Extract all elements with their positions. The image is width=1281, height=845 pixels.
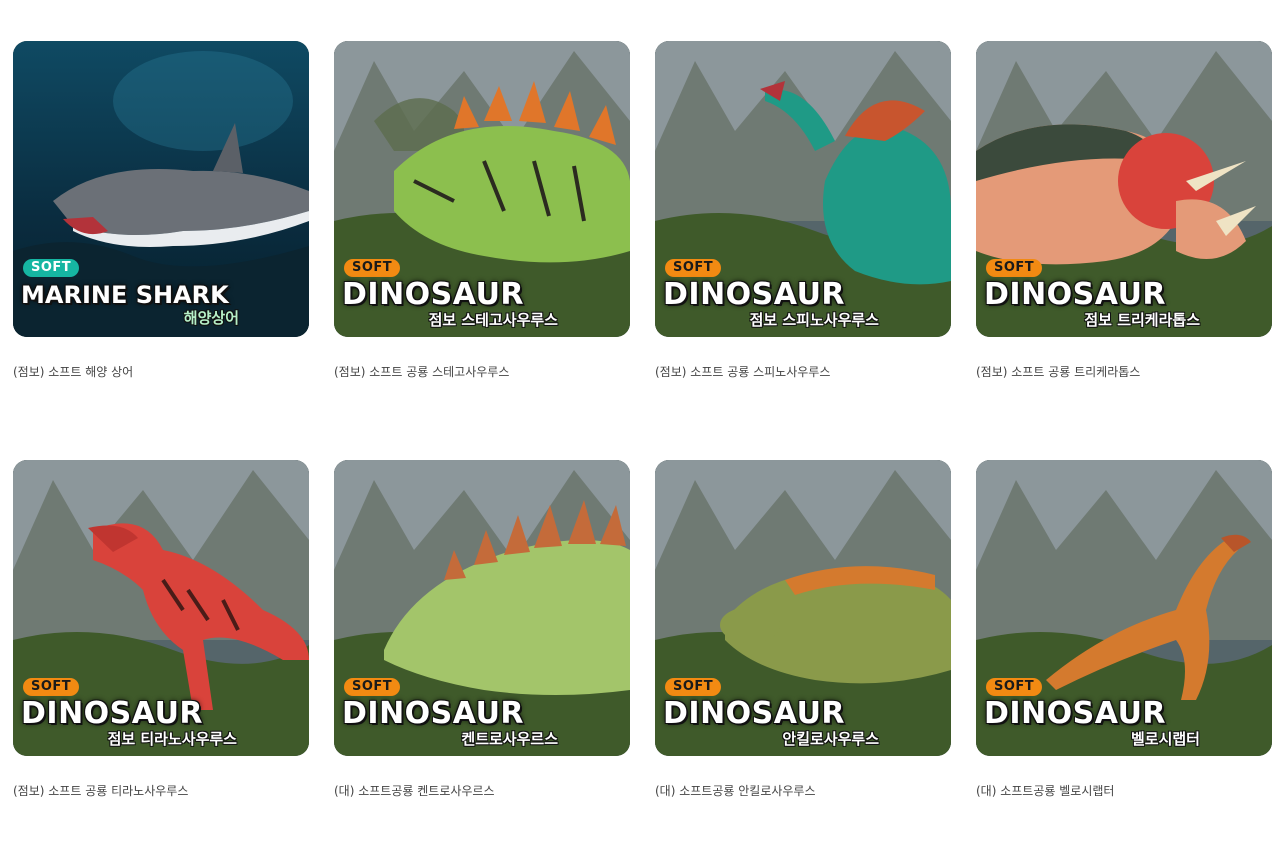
- product-caption[interactable]: (대) 소프트공룡 벨로시랩터: [976, 782, 1114, 799]
- product-headline: MARINE SHARK: [21, 281, 229, 309]
- product-headline: DINOSAUR: [984, 277, 1167, 312]
- product-subtitle: 점보 스피노사우루스: [749, 311, 879, 329]
- product-thumbnail[interactable]: SOFT DINOSAUR 점보 스피노사우루스: [655, 41, 951, 337]
- product-headline: DINOSAUR: [342, 277, 525, 312]
- product-caption[interactable]: (대) 소프트공룡 안킬로사우루스: [655, 782, 816, 799]
- soft-badge: SOFT: [665, 678, 722, 696]
- product-headline: DINOSAUR: [21, 696, 204, 731]
- soft-badge: SOFT: [344, 259, 401, 277]
- soft-badge: SOFT: [986, 678, 1043, 696]
- soft-badge: SOFT: [986, 259, 1043, 277]
- soft-badge: SOFT: [344, 678, 401, 696]
- soft-badge: SOFT: [23, 259, 80, 277]
- product-thumbnail[interactable]: SOFT DINOSAUR 안킬로사우루스: [655, 460, 951, 756]
- product-caption[interactable]: (점보) 소프트 공룡 티라노사우루스: [13, 782, 188, 799]
- product-caption[interactable]: (대) 소프트공룡 켄트로사우르스: [334, 782, 495, 799]
- soft-badge: SOFT: [665, 259, 722, 277]
- product-thumbnail[interactable]: SOFT DINOSAUR 켄트로사우르스: [334, 460, 630, 756]
- product-headline: DINOSAUR: [663, 696, 846, 731]
- product-caption[interactable]: (점보) 소프트 공룡 스테고사우루스: [334, 363, 509, 380]
- product-card[interactable]: SOFT DINOSAUR 켄트로사우르스 (대) 소프트공룡 켄트로사우르스: [334, 460, 630, 798]
- product-subtitle: 해양상어: [183, 309, 239, 327]
- product-caption[interactable]: (점보) 소프트 공룡 스피노사우루스: [655, 363, 830, 380]
- product-card[interactable]: SOFT DINOSAUR 점보 트리케라톱스 (점보) 소프트 공룡 트리케라…: [976, 41, 1272, 379]
- product-caption[interactable]: (점보) 소프트 해양 상어: [13, 363, 133, 380]
- product-subtitle: 점보 트리케라톱스: [1084, 311, 1200, 329]
- product-thumbnail[interactable]: SOFT DINOSAUR 점보 스테고사우루스: [334, 41, 630, 337]
- product-caption[interactable]: (점보) 소프트 공룡 트리케라톱스: [976, 363, 1140, 380]
- product-card[interactable]: SOFT DINOSAUR 점보 티라노사우루스 (점보) 소프트 공룡 티라노…: [13, 460, 309, 798]
- product-thumbnail[interactable]: SOFT DINOSAUR 벨로시랩터: [976, 460, 1272, 756]
- product-subtitle: 안킬로사우루스: [782, 730, 879, 748]
- product-card[interactable]: SOFT DINOSAUR 안킬로사우루스 (대) 소프트공룡 안킬로사우루스: [655, 460, 951, 798]
- product-subtitle: 점보 스테고사우루스: [428, 311, 558, 329]
- product-card[interactable]: SOFT DINOSAUR 점보 스테고사우루스 (점보) 소프트 공룡 스테고…: [334, 41, 630, 379]
- product-headline: DINOSAUR: [984, 696, 1167, 731]
- product-subtitle: 점보 티라노사우루스: [107, 730, 237, 748]
- product-thumbnail[interactable]: SOFT MARINE SHARK 해양상어: [13, 41, 309, 337]
- product-thumbnail[interactable]: SOFT DINOSAUR 점보 트리케라톱스: [976, 41, 1272, 337]
- product-subtitle: 벨로시랩터: [1130, 730, 1200, 748]
- product-thumbnail[interactable]: SOFT DINOSAUR 점보 티라노사우루스: [13, 460, 309, 756]
- soft-badge: SOFT: [23, 678, 80, 696]
- product-subtitle: 켄트로사우르스: [461, 730, 558, 748]
- product-grid: SOFT MARINE SHARK 해양상어 (점보) 소프트 해양 상어 SO…: [0, 0, 1281, 845]
- product-card[interactable]: SOFT MARINE SHARK 해양상어 (점보) 소프트 해양 상어: [13, 41, 309, 379]
- product-headline: DINOSAUR: [663, 277, 846, 312]
- product-card[interactable]: SOFT DINOSAUR 점보 스피노사우루스 (점보) 소프트 공룡 스피노…: [655, 41, 951, 379]
- product-headline: DINOSAUR: [342, 696, 525, 731]
- product-card[interactable]: SOFT DINOSAUR 벨로시랩터 (대) 소프트공룡 벨로시랩터: [976, 460, 1272, 798]
